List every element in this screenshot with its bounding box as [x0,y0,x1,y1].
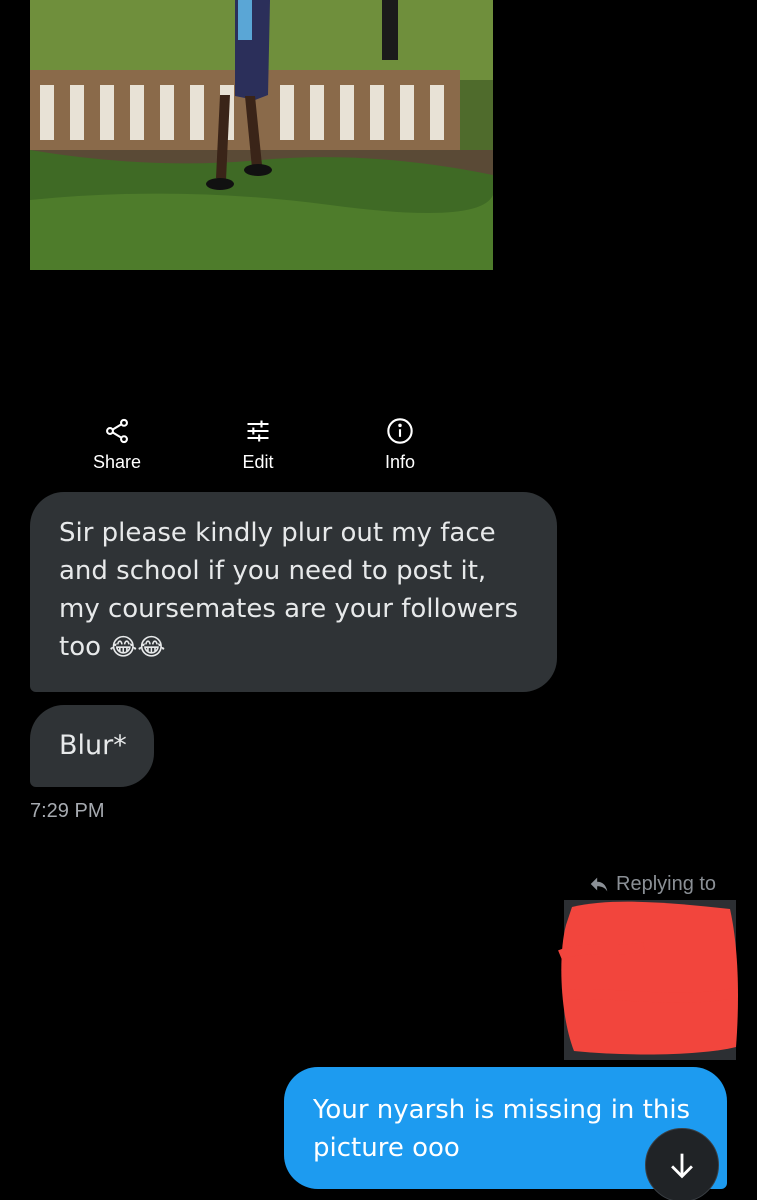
replying-to-indicator: Replying to [588,870,716,898]
dm-conversation: Share Edit Info Sir please kindly plur o… [0,0,757,1200]
info-icon [385,416,415,446]
redaction-scribble [558,900,738,1060]
edit-label: Edit [242,452,274,472]
replying-to-label: Replying to [616,872,717,895]
message-timestamp: 7:29 PM [30,800,105,822]
message-text: Blur* [59,730,127,761]
redacted-quoted-message [554,895,741,1062]
share-icon [102,416,132,446]
message-bubble-incoming[interactable]: Sir please kindly plur out my face and s… [30,492,557,692]
reply-icon [590,877,608,892]
scroll-to-bottom-button[interactable] [645,1128,719,1200]
message-bubble-incoming[interactable]: Blur* [30,705,154,787]
photo-graphic [30,0,493,270]
info-button[interactable]: Info [355,416,445,476]
media-action-bar: Share Edit Info [0,416,757,476]
share-label: Share [92,452,142,472]
message-emoji: 😂😂 [109,633,166,661]
edit-button[interactable]: Edit [213,416,303,476]
sliders-icon [243,416,273,446]
image-attachment[interactable] [30,0,493,270]
message-text: Your nyarsh is missing in this picture o… [313,1095,691,1163]
share-button[interactable]: Share [72,416,162,476]
info-label: Info [384,452,416,472]
arrow-down-icon [671,1153,693,1179]
